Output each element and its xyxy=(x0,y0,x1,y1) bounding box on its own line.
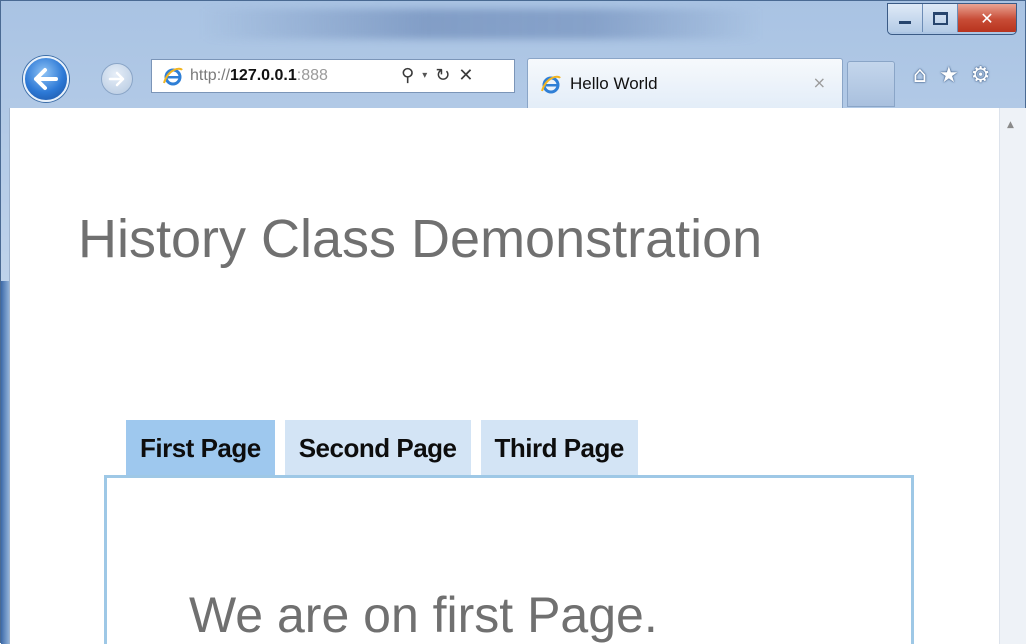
gear-icon[interactable]: ⚙ xyxy=(971,65,991,87)
maximize-icon xyxy=(932,11,948,25)
tab-close-icon[interactable]: × xyxy=(813,73,826,92)
tab-first-page[interactable]: First Page xyxy=(126,420,275,476)
window-controls: ✕ xyxy=(887,3,1017,35)
close-icon: ✕ xyxy=(980,8,994,28)
tab-second-page[interactable]: Second Page xyxy=(284,420,471,476)
back-button[interactable] xyxy=(23,56,69,102)
refresh-icon[interactable]: ↻ xyxy=(435,67,450,85)
browser-tab[interactable]: Hello World × xyxy=(527,58,843,108)
address-bar[interactable]: http://127.0.0.1:888 ⚲ ▾ ↻ ✕ xyxy=(151,59,515,93)
browser-window: ✕ http://127.0.0.1:888 ⚲ ▾ ↻ ✕ Hello Wor… xyxy=(0,0,1026,644)
new-tab-button[interactable] xyxy=(847,61,895,107)
stop-icon[interactable]: ✕ xyxy=(458,67,473,85)
tab-third-page[interactable]: Third Page xyxy=(480,420,638,476)
forward-button[interactable] xyxy=(101,63,133,95)
favorites-star-icon[interactable]: ★ xyxy=(939,65,959,87)
minimize-icon xyxy=(899,20,911,24)
tab-panel: We are on first Page. xyxy=(104,475,914,644)
titlebar-blur xyxy=(201,9,761,39)
vertical-scrollbar[interactable]: ▲ xyxy=(999,108,1026,644)
minimize-button[interactable] xyxy=(888,4,923,32)
scroll-up-arrow-icon[interactable]: ▲ xyxy=(1007,120,1014,130)
close-window-button[interactable]: ✕ xyxy=(958,4,1016,32)
page-title: History Class Demonstration xyxy=(78,209,763,269)
url-scheme: http:// xyxy=(190,67,231,84)
maximize-button[interactable] xyxy=(923,4,958,32)
page-viewport: History Class Demonstration First Page S… xyxy=(9,108,999,644)
chevron-down-icon[interactable]: ▾ xyxy=(422,71,427,81)
ie-logo-icon xyxy=(163,67,183,86)
tab-favicon-icon xyxy=(541,75,561,93)
url-host: 127.0.0.1 xyxy=(230,67,297,84)
page-tabs: First Page Second Page Third Page xyxy=(126,420,638,476)
tab-title: Hello World xyxy=(570,73,658,93)
forward-arrow-icon xyxy=(108,71,125,87)
window-edge-accent xyxy=(1,281,9,644)
url-text[interactable]: http://127.0.0.1:888 xyxy=(190,67,395,85)
home-icon[interactable]: ⌂ xyxy=(913,65,927,87)
url-port: :888 xyxy=(296,67,328,84)
address-bar-icons: ⚲ ▾ ↻ ✕ xyxy=(401,67,473,85)
search-icon[interactable]: ⚲ xyxy=(401,67,414,85)
back-arrow-icon xyxy=(34,68,58,90)
command-icons: ⌂ ★ ⚙ xyxy=(913,65,990,87)
panel-message: We are on first Page. xyxy=(189,587,658,643)
